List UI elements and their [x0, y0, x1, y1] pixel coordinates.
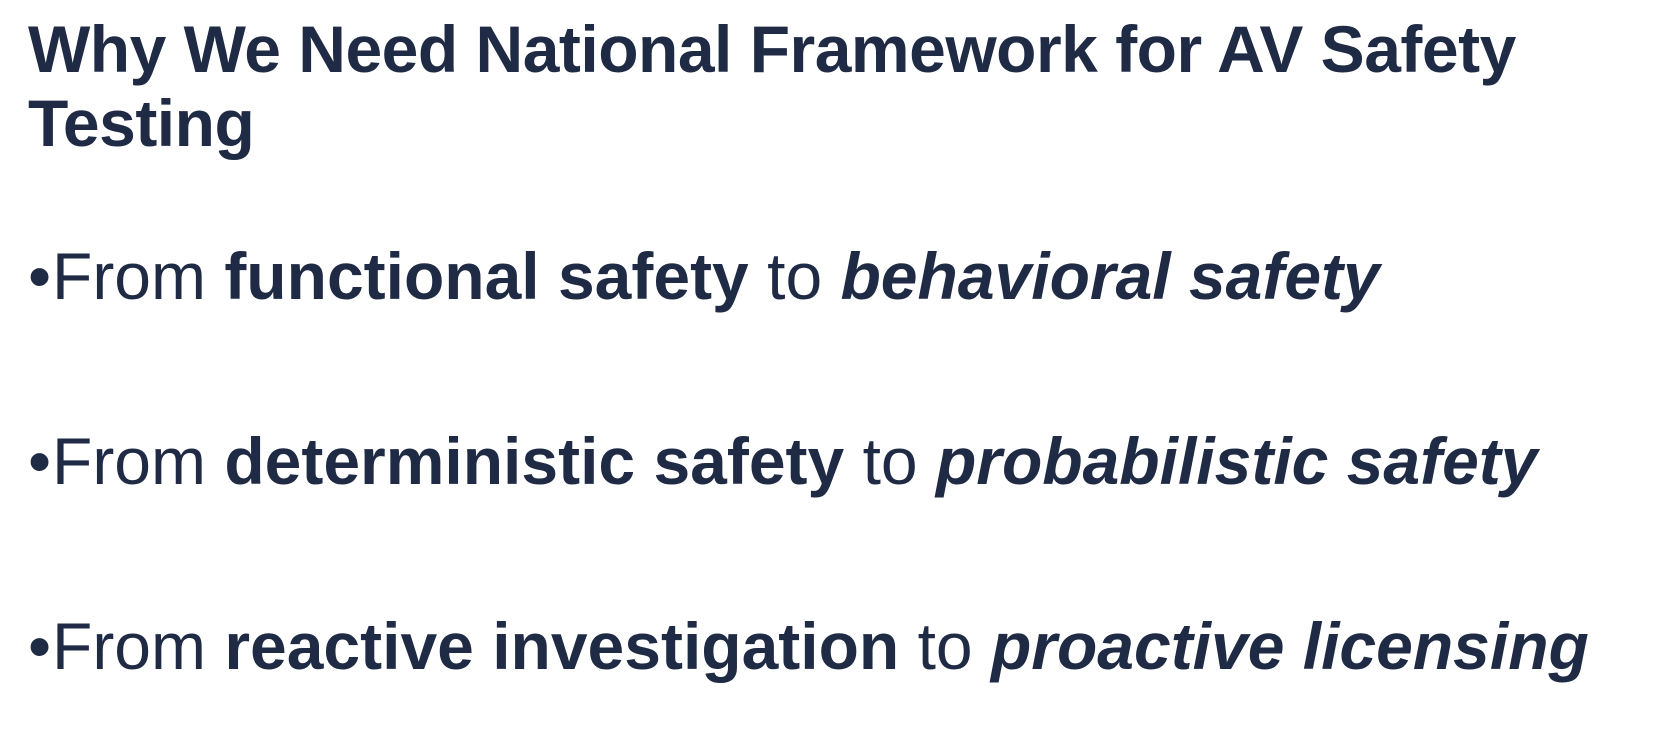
bullet-marker: •: [28, 239, 52, 313]
bullet-item: •From deterministic safety to probabilis…: [28, 423, 1537, 499]
bullet-bold-text: deterministic safety: [224, 424, 845, 498]
bullet-lead-text: From: [52, 424, 225, 498]
slide-title: Why We Need National Framework for AV Sa…: [28, 12, 1516, 160]
bullet-italic-text: probabilistic safety: [935, 424, 1538, 498]
bullet-marker: •: [28, 609, 52, 683]
bullet-connector-text: to: [844, 424, 936, 498]
bullet-connector-text: to: [748, 239, 841, 313]
bullet-item: •From functional safety to behavioral sa…: [28, 238, 1380, 314]
bullet-bold-text: reactive investigation: [224, 609, 900, 683]
bullet-item: •From reactive investigation to proactiv…: [28, 608, 1589, 684]
bullet-connector-text: to: [899, 609, 991, 683]
bullet-italic-text: behavioral safety: [840, 239, 1380, 313]
bullet-marker: •: [28, 424, 52, 498]
bullet-italic-text: proactive licensing: [990, 609, 1589, 683]
slide: Why We Need National Framework for AV Sa…: [0, 0, 1669, 741]
bullet-lead-text: From: [52, 609, 225, 683]
bullet-bold-text: functional safety: [224, 239, 749, 313]
bullet-lead-text: From: [52, 239, 225, 313]
